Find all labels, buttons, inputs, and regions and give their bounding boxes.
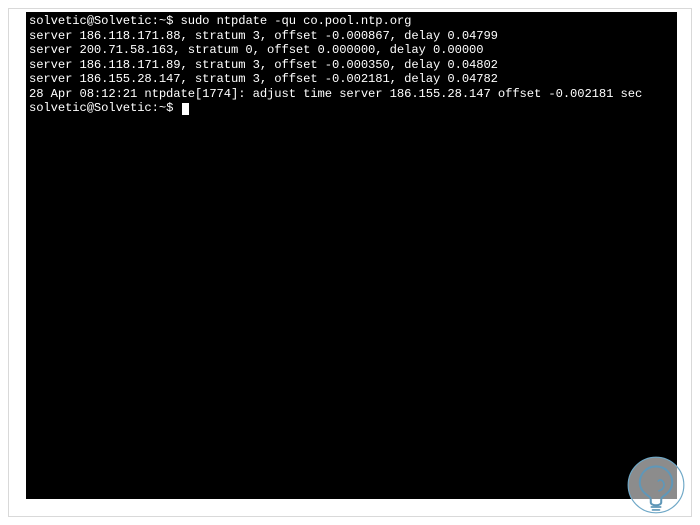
terminal-window[interactable]: solvetic@Solvetic:~$ sudo ntpdate -qu co…	[26, 12, 677, 499]
prompt-user-host: solvetic@Solvetic	[29, 101, 152, 115]
prompt-line: solvetic@Solvetic:~$ sudo ntpdate -qu co…	[29, 14, 674, 29]
page-frame: solvetic@Solvetic:~$ sudo ntpdate -qu co…	[8, 8, 692, 517]
output-line: server 186.118.171.88, stratum 3, offset…	[29, 29, 674, 44]
prompt-separator: :~$	[152, 14, 174, 28]
prompt-separator: :~$	[152, 101, 174, 115]
output-line: server 186.118.171.89, stratum 3, offset…	[29, 58, 674, 73]
entered-command: sudo ntpdate -qu co.pool.ntp.org	[181, 14, 412, 28]
output-line: 28 Apr 08:12:21 ntpdate[1774]: adjust ti…	[29, 87, 674, 102]
cursor-block	[182, 103, 189, 115]
output-line: server 200.71.58.163, stratum 0, offset …	[29, 43, 674, 58]
prompt-line[interactable]: solvetic@Solvetic:~$	[29, 101, 674, 116]
output-line: server 186.155.28.147, stratum 3, offset…	[29, 72, 674, 87]
prompt-user-host: solvetic@Solvetic	[29, 14, 152, 28]
